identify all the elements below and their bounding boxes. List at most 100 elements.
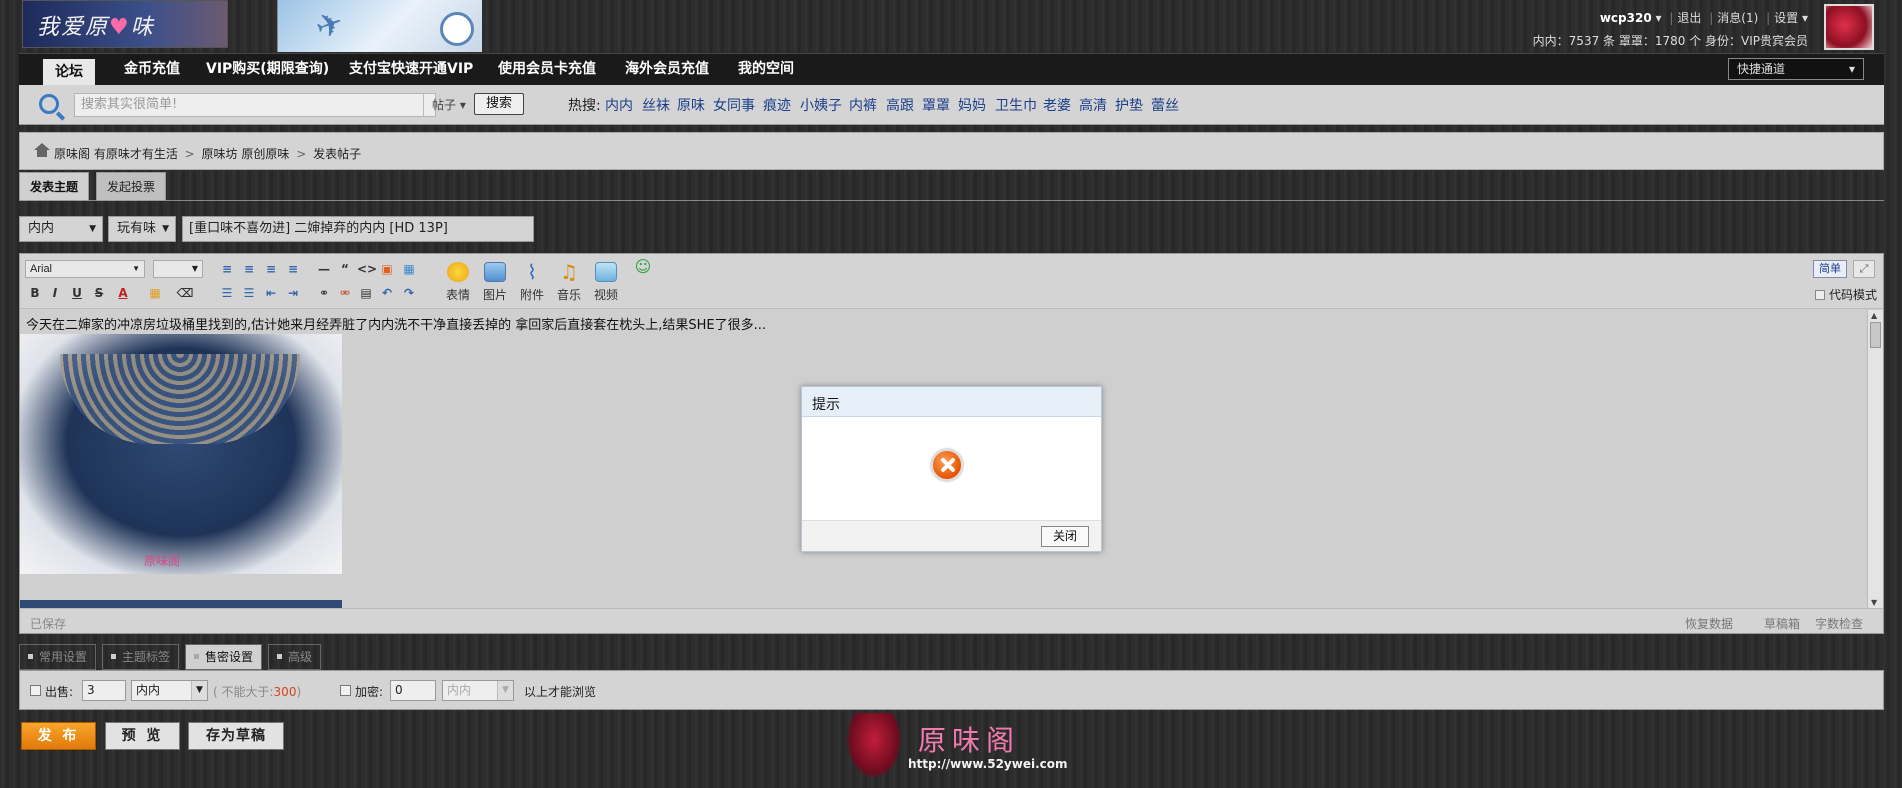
tab-new-poll[interactable]: 发起投票 — [96, 172, 167, 201]
align-justify-icon[interactable]: ≡ — [284, 260, 302, 278]
align-left-icon[interactable]: ≡ — [218, 260, 236, 278]
drafts-link[interactable]: 草稿箱 — [1764, 615, 1800, 632]
underline-icon[interactable]: U — [68, 284, 86, 302]
post-image[interactable]: 原味阁 — [20, 334, 342, 574]
hot-term[interactable]: 蕾丝 — [1151, 95, 1179, 115]
table-icon[interactable]: ▦ — [400, 260, 418, 278]
hot-term[interactable]: 内内 — [605, 95, 633, 115]
quick-access-select[interactable]: 快捷通道 ▾ — [1728, 58, 1864, 80]
logout-link[interactable]: 退出 — [1677, 11, 1701, 25]
unordered-list-icon[interactable]: ☰ — [240, 284, 258, 302]
hot-term[interactable]: 内裤 — [849, 95, 877, 115]
bold-icon[interactable]: B — [26, 284, 44, 302]
publish-button[interactable]: 发 布 — [21, 722, 96, 750]
encrypt-unit-select[interactable]: 内内 ▼ — [442, 680, 514, 701]
subtype-select[interactable]: 玩有味 ▼ — [108, 216, 176, 242]
hot-term[interactable]: 高清 — [1079, 95, 1107, 115]
code-mode-toggle[interactable]: 代码模式 — [1814, 286, 1877, 303]
subject-input[interactable]: [重口味不喜勿进] 二婶掉弃的内内 [HD 13P] — [182, 216, 534, 242]
plugin-icon[interactable]: ☺ — [634, 258, 652, 276]
fullscreen-icon[interactable]: ⤢ — [1853, 260, 1875, 278]
tab-advanced[interactable]: 高级 — [268, 644, 322, 670]
search-input[interactable]: 搜索其实很简单! — [74, 93, 436, 117]
close-button[interactable]: 关闭 — [1041, 526, 1089, 547]
font-size-select[interactable]: ▼ — [153, 260, 203, 278]
search-button[interactable]: 搜索 — [474, 93, 524, 115]
hot-term[interactable]: 老婆 — [1043, 95, 1071, 115]
hot-term[interactable]: 护垫 — [1115, 95, 1143, 115]
tab-new-topic[interactable]: 发表主题 — [19, 172, 90, 201]
home-icon[interactable] — [34, 143, 50, 157]
sell-unit-select[interactable]: 内内 ▼ — [131, 680, 208, 701]
video-button[interactable]: 视频 — [589, 262, 623, 306]
redo-icon[interactable]: ↷ — [400, 284, 418, 302]
background-color-icon[interactable]: ▦ — [146, 284, 164, 302]
settings-link[interactable]: 设置 — [1774, 11, 1798, 25]
code-icon[interactable]: <> — [357, 260, 377, 278]
nav-item-member-card[interactable]: 使用会员卡充值 — [498, 54, 596, 85]
align-center-icon[interactable]: ≡ — [240, 260, 258, 278]
font-family-select[interactable]: Arial ▼ — [25, 260, 145, 278]
nav-item-my-space[interactable]: 我的空间 — [738, 54, 794, 85]
font-color-icon[interactable]: A — [114, 284, 132, 302]
italic-icon[interactable]: I — [46, 284, 64, 302]
search-type-select[interactable]: 帖子 ▾ — [423, 94, 479, 116]
quote-icon[interactable]: “ — [336, 260, 354, 278]
tab-common-settings[interactable]: 常用设置 — [19, 644, 97, 670]
strikethrough-icon[interactable]: S — [90, 284, 108, 302]
editor-scrollbar[interactable]: ▲ ▼ — [1867, 310, 1883, 608]
tab-topic-tags[interactable]: 主题标签 — [102, 644, 180, 670]
link-icon[interactable]: ⚭ — [315, 284, 333, 302]
simple-mode-button[interactable]: 简单 — [1813, 260, 1847, 278]
hot-term[interactable]: 罩罩 — [922, 95, 950, 115]
eraser-icon[interactable]: ⌫ — [176, 284, 194, 302]
hot-term[interactable]: 女同事 — [713, 95, 755, 115]
encrypt-checkbox[interactable] — [340, 685, 351, 696]
outdent-icon[interactable]: ⇤ — [262, 284, 280, 302]
hot-term[interactable]: 痕迹 — [763, 95, 791, 115]
attachment-button[interactable]: ⌇ 附件 — [515, 262, 549, 306]
post-image[interactable] — [20, 600, 342, 608]
preview-button[interactable]: 预 览 — [105, 722, 180, 750]
breadcrumb-item[interactable]: 原味坊 原创原味 — [202, 147, 290, 161]
avatar[interactable] — [1824, 4, 1874, 50]
encrypt-value-input[interactable]: 0 — [390, 680, 436, 701]
scroll-down-icon[interactable]: ▼ — [1871, 598, 1877, 607]
ordered-list-icon[interactable]: ☰ — [218, 284, 236, 302]
scroll-thumb[interactable] — [1870, 322, 1881, 348]
scroll-up-icon[interactable]: ▲ — [1871, 311, 1877, 320]
site-logo[interactable]: 我爱原♥味 — [22, 0, 228, 48]
nav-item-gold-recharge[interactable]: 金币充值 — [124, 54, 180, 85]
hot-term[interactable]: 卫生巾 — [995, 95, 1037, 115]
sell-price-input[interactable]: 3 — [82, 680, 126, 701]
word-count-link[interactable]: 字数检查 — [1815, 615, 1863, 632]
category-select[interactable]: 内内 ▼ — [19, 216, 103, 242]
nav-item-vip-purchase[interactable]: VIP购买(期限查询) — [206, 54, 329, 85]
username-link[interactable]: wcp320 — [1600, 11, 1652, 25]
nav-item-overseas[interactable]: 海外会员充值 — [625, 54, 709, 85]
grid-icon[interactable]: ▤ — [357, 284, 375, 302]
hot-term[interactable]: 妈妈 — [958, 95, 986, 115]
undo-icon[interactable]: ↶ — [378, 284, 396, 302]
indent-icon[interactable]: ⇥ — [284, 284, 302, 302]
horizontal-rule-icon[interactable]: — — [315, 260, 333, 278]
nav-item-alipay-vip[interactable]: 支付宝快速开通VIP — [349, 54, 473, 85]
nav-item-forum[interactable]: 论坛 — [43, 59, 95, 85]
hot-term[interactable]: 小姨子 — [800, 95, 842, 115]
hot-term[interactable]: 丝袜 — [642, 95, 670, 115]
unlink-icon[interactable]: ⚮ — [336, 284, 354, 302]
breadcrumb-item[interactable]: 原味阁 有原味才有生活 — [54, 147, 178, 161]
hot-term[interactable]: 高跟 — [886, 95, 914, 115]
music-button[interactable]: ♫ 音乐 — [552, 262, 586, 306]
save-draft-button[interactable]: 存为草稿 — [188, 722, 284, 750]
messages-link[interactable]: 消息(1) — [1717, 11, 1758, 25]
hot-term[interactable]: 原味 — [677, 95, 705, 115]
emoji-button[interactable]: 表情 — [441, 262, 475, 306]
restore-data-link[interactable]: 恢复数据 — [1685, 615, 1733, 632]
flash-icon[interactable]: ▣ — [378, 260, 396, 278]
image-button[interactable]: 图片 — [478, 262, 512, 306]
align-right-icon[interactable]: ≡ — [262, 260, 280, 278]
tab-sale-settings[interactable]: 售密设置 — [185, 644, 263, 670]
code-mode-checkbox[interactable] — [1814, 290, 1825, 300]
sell-checkbox[interactable] — [30, 685, 41, 696]
